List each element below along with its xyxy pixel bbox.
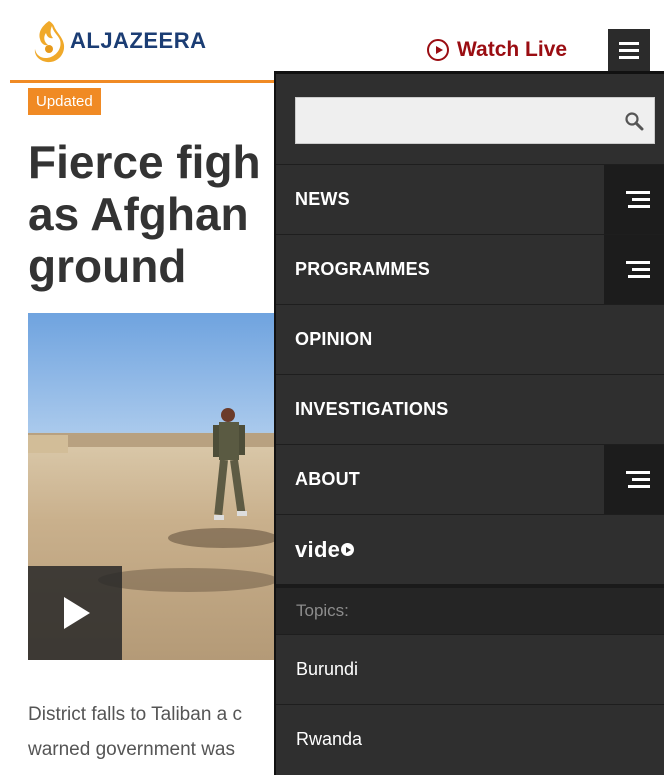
navigation-menu-panel: NEWS PROGRAMMES OPINION INVESTIGATIONS A… [274,71,664,775]
nav-item-label: ABOUT [295,469,360,489]
aljazeera-logo-icon [34,21,65,63]
topics-heading: Topics: [276,584,664,634]
summary-line: District falls to Taliban a c [28,704,243,725]
logo-text: ALJAZEERA [70,28,207,53]
header-divider [10,80,300,83]
topics-heading-label: Topics: [296,601,349,620]
image-wall [28,435,68,453]
nav-item-label: INVESTIGATIONS [295,399,449,419]
topic-item-rwanda[interactable]: Rwanda [276,704,664,774]
nav-item-label: OPINION [295,329,373,349]
headline-line: ground [28,240,187,292]
hamburger-icon [619,41,639,45]
video-play-dot-icon [341,543,355,556]
video-logo-text: vide [295,536,341,562]
submenu-toggle-icon[interactable] [604,235,664,304]
nav-item-label: PROGRAMMES [295,259,431,279]
topic-item-burundi[interactable]: Burundi [276,634,664,704]
nav-item-label: NEWS [295,189,350,209]
search-box[interactable] [295,97,655,144]
aljazeera-logo[interactable]: ALJAZEERA [32,16,207,66]
summary-line: warned government was [28,739,235,760]
nav-item-video[interactable]: vide [276,514,664,584]
nav-item-investigations[interactable]: INVESTIGATIONS [276,374,664,444]
video-play-button[interactable] [28,566,122,660]
topic-label: Rwanda [296,729,363,749]
site-header: ALJAZEERA Watch Live [0,0,664,83]
video-logo: vide [295,536,355,563]
soldier-figure [213,408,247,520]
article-headline[interactable]: Fierce figh as Afghan ground [28,136,298,292]
nav-item-about[interactable]: ABOUT [276,444,664,514]
watch-live-link[interactable]: Watch Live [427,38,567,62]
nav-item-opinion[interactable]: OPINION [276,304,664,374]
nav-item-programmes[interactable]: PROGRAMMES [276,234,664,304]
headline-line: Fierce figh [28,136,261,188]
hamburger-icon-bar [619,55,639,59]
watch-live-label: Watch Live [457,38,568,61]
submenu-toggle-icon[interactable] [604,165,664,234]
article-hero-image[interactable] [28,313,278,660]
nav-item-news[interactable]: NEWS [276,164,664,234]
image-shadow [98,568,278,592]
search-icon[interactable] [624,111,644,131]
updated-badge: Updated [28,88,101,115]
hamburger-icon-bar [619,48,639,52]
main-nav: NEWS PROGRAMMES OPINION INVESTIGATIONS A… [276,164,664,774]
article-summary: District falls to Taliban a c warned gov… [28,697,278,767]
search-input[interactable] [296,98,616,143]
headline-line: as Afghan [28,188,249,240]
menu-toggle-button[interactable] [608,29,650,71]
play-circle-icon [427,39,449,61]
submenu-toggle-icon[interactable] [604,445,664,514]
topic-label: Burundi [296,659,359,679]
